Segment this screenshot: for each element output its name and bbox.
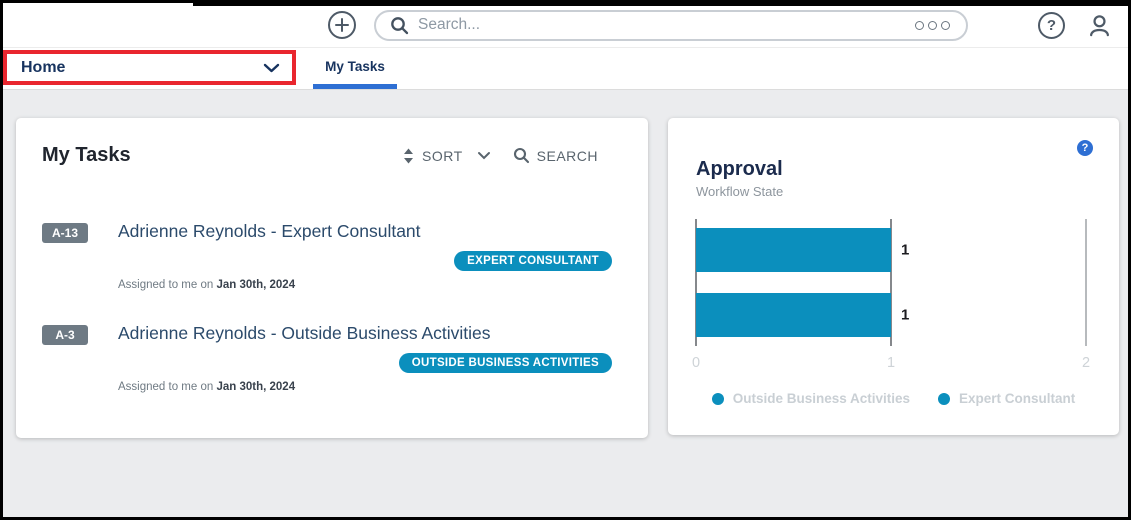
chart-help-icon[interactable]: ?: [1077, 140, 1093, 156]
global-search-input[interactable]: [418, 16, 915, 34]
chart-legend: Outside Business Activities Expert Consul…: [696, 391, 1091, 406]
home-dropdown[interactable]: Home: [3, 50, 296, 85]
task-id-badge: A-3: [42, 325, 88, 345]
task-assigned-date: Jan 30th, 2024: [216, 381, 295, 393]
bar-value-label: 1: [901, 307, 909, 324]
my-tasks-title: My Tasks: [42, 144, 131, 167]
logo-area: [3, 3, 193, 47]
plus-circle-icon: [327, 10, 357, 40]
task-search-icon[interactable]: [513, 147, 530, 164]
add-button[interactable]: [327, 10, 357, 40]
x-tick-label: 1: [887, 355, 895, 371]
search-icon: [390, 16, 409, 35]
bar-expert-consultant[interactable]: [696, 228, 891, 272]
bar-outside-business-activities[interactable]: [696, 293, 891, 337]
content-area: My Tasks SORT: [3, 89, 1128, 517]
sort-button[interactable]: SORT: [422, 148, 463, 164]
app-window: ? Home My Tasks My Tasks: [0, 0, 1131, 520]
bar-plot: 11: [696, 219, 1086, 346]
task-type-badge: OUTSIDE BUSINESS ACTIVITIES: [399, 353, 612, 373]
search-button[interactable]: SEARCH: [537, 148, 598, 164]
chart-subtitle: Workflow State: [696, 184, 1091, 199]
task-row[interactable]: A-13 Adrienne Reynolds - Expert Consulta…: [42, 221, 622, 291]
home-dropdown-label: Home: [21, 59, 65, 77]
task-body: Adrienne Reynolds - Outside Business Act…: [118, 323, 622, 393]
task-assigned-text: Assigned to me on Jan 30th, 2024: [118, 381, 622, 393]
task-id-badge: A-13: [42, 223, 88, 243]
my-tasks-card: My Tasks SORT: [16, 118, 648, 438]
legend-label: Outside Business Activities: [733, 391, 910, 406]
tab-my-tasks-label: My Tasks: [325, 59, 385, 74]
sort-chevron-down-icon[interactable]: [477, 151, 491, 160]
gridline: [1085, 219, 1087, 346]
approval-chart-card: ? Approval Workflow State 11 012 Outside…: [668, 118, 1119, 435]
legend-item[interactable]: Outside Business Activities: [712, 391, 910, 406]
task-assigned-date: Jan 30th, 2024: [216, 279, 295, 291]
x-tick-label: 2: [1082, 355, 1090, 371]
legend-label: Expert Consultant: [959, 391, 1075, 406]
task-row[interactable]: A-3 Adrienne Reynolds - Outside Business…: [42, 323, 622, 393]
task-assigned-text: Assigned to me on Jan 30th, 2024: [118, 279, 622, 291]
chevron-down-icon: [263, 63, 280, 73]
legend-dot-icon: [712, 393, 724, 405]
chart-title: Approval: [696, 158, 1091, 181]
search-options-icon[interactable]: [915, 21, 950, 30]
bar-value-label: 1: [901, 242, 909, 259]
x-tick-label: 0: [692, 355, 700, 371]
top-bar: ?: [3, 3, 1128, 48]
x-axis: 012: [696, 355, 1086, 375]
legend-item[interactable]: Expert Consultant: [938, 391, 1075, 406]
help-icon[interactable]: ?: [1038, 12, 1065, 39]
nav-row: Home My Tasks: [3, 49, 1128, 89]
tab-my-tasks[interactable]: My Tasks: [313, 49, 397, 89]
task-list: A-13 Adrienne Reynolds - Expert Consulta…: [16, 221, 648, 393]
list-controls: SORT SEARCH: [402, 147, 598, 164]
sort-arrows-icon[interactable]: [402, 148, 415, 164]
my-tasks-header: My Tasks SORT: [16, 118, 648, 167]
task-body: Adrienne Reynolds - Expert Consultant EX…: [118, 221, 622, 291]
user-profile-icon[interactable]: [1086, 12, 1113, 39]
legend-dot-icon: [938, 393, 950, 405]
task-title-link[interactable]: Adrienne Reynolds - Expert Consultant: [118, 221, 622, 242]
global-search-bar[interactable]: [374, 10, 968, 41]
task-type-badge: EXPERT CONSULTANT: [454, 251, 612, 271]
window-top-edge: [193, 3, 1128, 6]
task-title-link[interactable]: Adrienne Reynolds - Outside Business Act…: [118, 323, 622, 344]
